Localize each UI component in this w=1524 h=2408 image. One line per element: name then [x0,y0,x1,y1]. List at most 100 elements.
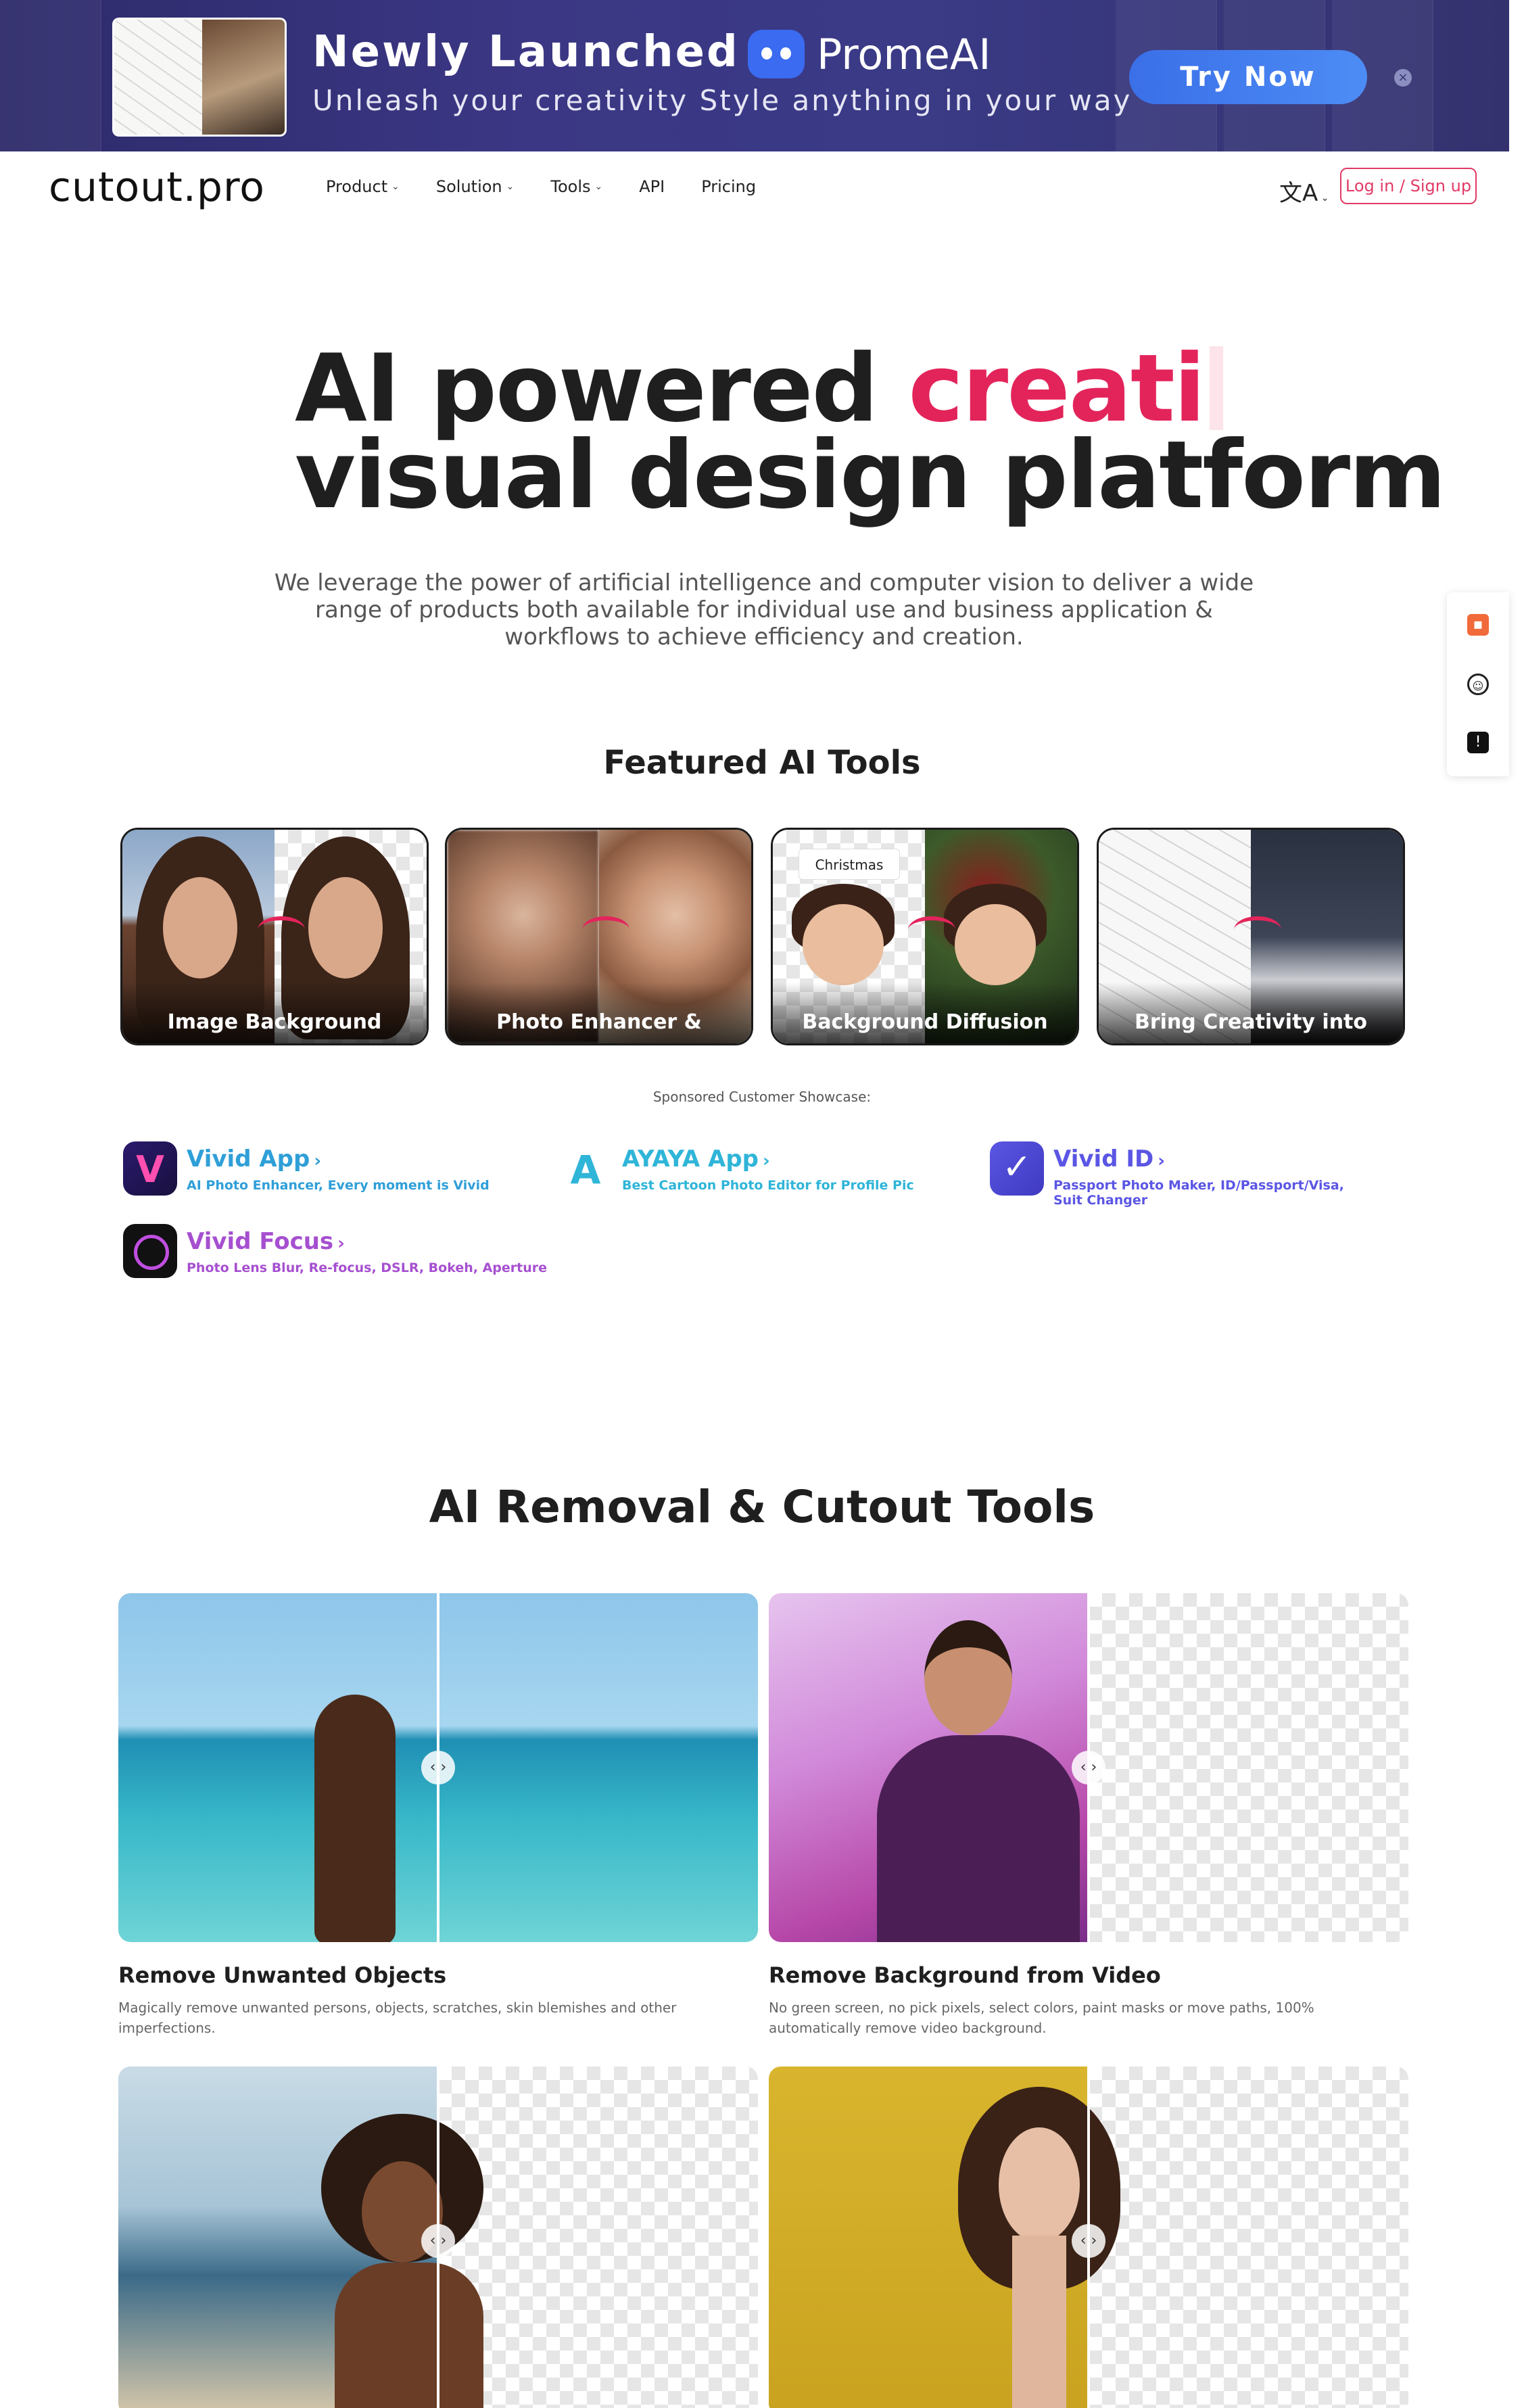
tool-remove-video-bg[interactable]: ‹ › Remove Background from Video No gree… [769,1593,1408,2038]
image-decor [1012,2236,1066,2408]
nav-tools-label: Tools [550,177,591,196]
after-image [1089,1593,1408,1942]
before-after-slider[interactable]: ‹ › [769,1593,1408,1942]
sponsored-app-vivid-id[interactable]: Vivid ID› Passport Photo Maker, ID/Passp… [990,1141,1368,1208]
card-label: Photo Enhancer & Upscaler [447,983,751,1043]
nav-solution[interactable]: Solution ⌄ [436,177,515,196]
hero-headline-line2: visual design platform [295,421,1446,529]
tool-title: Remove Background from Video [769,1962,1161,1988]
language-selector[interactable]: 文A ⌄ [1279,174,1329,208]
card-image-decor [955,904,1036,985]
featured-card-enhancer[interactable]: Photo Enhancer & Upscaler [445,828,753,1045]
tool-desc: No green screen, no pick pixels, select … [769,2000,1314,2036]
tool-title: Remove Unwanted Objects [118,1962,447,1988]
nav-links: Product ⌄ Solution ⌄ Tools ⌄ API Pricing [326,177,756,196]
slider-handle-icon[interactable]: ‹ › [421,2224,455,2258]
nav-api-label: API [639,177,665,196]
featured-card-bg-diffusion[interactable]: Christmas + Background Diffusion [771,828,1079,1045]
featured-title: Featured AI Tools [603,744,921,782]
app-name: Vivid ID › [1053,1146,1368,1173]
chevron-right-icon: › [1158,1151,1165,1171]
arrow-icon [1234,916,1281,943]
arrow-icon [582,916,629,943]
sketch-half [114,20,202,135]
top-navigation: cutout.pro Product ⌄ Solution ⌄ Tools ⌄ API… [0,151,1509,220]
image-decor [321,2114,497,2408]
tool-cutout-person[interactable]: ‹ › [118,2067,758,2408]
chevron-down-icon: ⌄ [506,181,515,192]
promo-banner[interactable]: Newly Launched Unleash your creativity S… [0,0,1509,151]
nav-solution-label: Solution [435,177,502,196]
sponsored-app-vivid-focus[interactable]: Vivid Focus › Photo Lens Blur, Re-focus, … [123,1224,547,1278]
app-name-text: Vivid App [187,1146,310,1173]
after-image [438,1593,758,1942]
removal-title: AI Removal & Cutout Tools [429,1481,1095,1533]
app-desc: Passport Photo Maker, ID/Passport/Visa, … [1053,1178,1344,1208]
support-face-icon[interactable]: ☺ [1467,674,1489,695]
promeai-brand: PromeAI [748,27,991,81]
chevron-down-icon: ⌄ [594,181,603,192]
tool-remove-objects[interactable]: ‹ › Remove Unwanted Objects Magically re… [118,1593,758,2038]
nav-pricing-label: Pricing [701,177,757,196]
nav-tools[interactable]: Tools ⌄ [550,177,602,196]
app-name: Vivid Focus › [187,1228,547,1255]
vivid-focus-app-icon [123,1224,177,1278]
featured-card-creativity[interactable]: Bring Creativity into Reality [1097,828,1405,1045]
render-half [202,20,285,135]
card-image-decor [163,877,237,978]
chevron-down-icon: ⌄ [1318,193,1329,204]
before-after-slider[interactable]: ‹ › [769,2067,1408,2408]
slider-handle-icon[interactable]: ‹ › [421,1751,455,1785]
app-desc: Photo Lens Blur, Re-focus, DSLR, Bokeh, … [187,1260,547,1275]
tool-cutout-portrait[interactable]: ‹ › [769,2067,1408,2408]
banner-title: Newly Launched [312,27,740,77]
banner-decor [0,0,101,151]
promeai-name: PromeAI [817,29,991,79]
before-after-slider[interactable]: ‹ › [118,2067,758,2408]
before-after-slider[interactable]: ‹ › [118,1593,758,1942]
card-image-decor [308,877,383,978]
ayaya-app-icon [558,1141,613,1196]
image-decor [314,1695,396,1942]
app-name: AYAYA App › [622,1146,914,1173]
promeai-logo-icon [748,30,805,78]
app-name-text: Vivid ID [1053,1146,1154,1173]
slider-handle-icon[interactable]: ‹ › [1072,2224,1105,2258]
app-desc: AI Photo Enhancer, Every moment is Vivid [187,1178,490,1193]
before-image [118,1593,438,1942]
site-logo[interactable]: cutout.pro [49,164,265,211]
image-decor [877,1735,1080,1942]
app-name-text: Vivid Focus [187,1228,334,1255]
chevron-right-icon: › [763,1151,770,1171]
gift-icon[interactable]: ▪ [1467,614,1489,636]
image-decor [877,1620,1080,1942]
translate-icon: 文A [1279,180,1318,207]
sponsored-label: Sponsored Customer Showcase: [652,1089,872,1105]
image-decor [924,1620,1012,1735]
nav-product-label: Product [326,177,388,196]
arrow-icon [908,916,955,943]
typing-caret [1210,346,1224,430]
sponsored-app-ayaya[interactable]: AYAYA App› Best Cartoon Photo Editor for… [558,1141,914,1196]
close-icon[interactable]: × [1394,69,1412,87]
christmas-tag: Christmas [799,849,900,880]
try-now-button[interactable]: Try Now [1129,50,1367,104]
banner-thumbnail [112,18,287,137]
nav-pricing[interactable]: Pricing [701,177,756,196]
nav-product[interactable]: Product ⌄ [326,177,400,196]
app-name: Vivid App › [187,1146,490,1173]
featured-card-bg-removal[interactable]: Image Background Removal [120,828,429,1045]
hero-description: We leverage the power of artificial inte… [274,569,1254,651]
slider-handle-icon[interactable]: ‹ › [1072,1751,1105,1785]
arrow-icon [258,916,305,943]
vivid-id-app-icon [990,1141,1044,1196]
login-signup-button[interactable]: Log in / Sign up [1340,168,1477,204]
card-label: Bring Creativity into Reality [1099,983,1403,1043]
after-image [1089,2067,1408,2408]
image-decor [335,2263,483,2408]
sponsored-app-vivid[interactable]: Vivid App› AI Photo Enhancer, Every mome… [123,1141,490,1196]
card-label: Background Diffusion [773,983,1077,1043]
tool-desc: Magically remove unwanted persons, objec… [118,2000,677,2036]
nav-api[interactable]: API [639,177,665,196]
app-name-text: AYAYA App [622,1146,759,1173]
